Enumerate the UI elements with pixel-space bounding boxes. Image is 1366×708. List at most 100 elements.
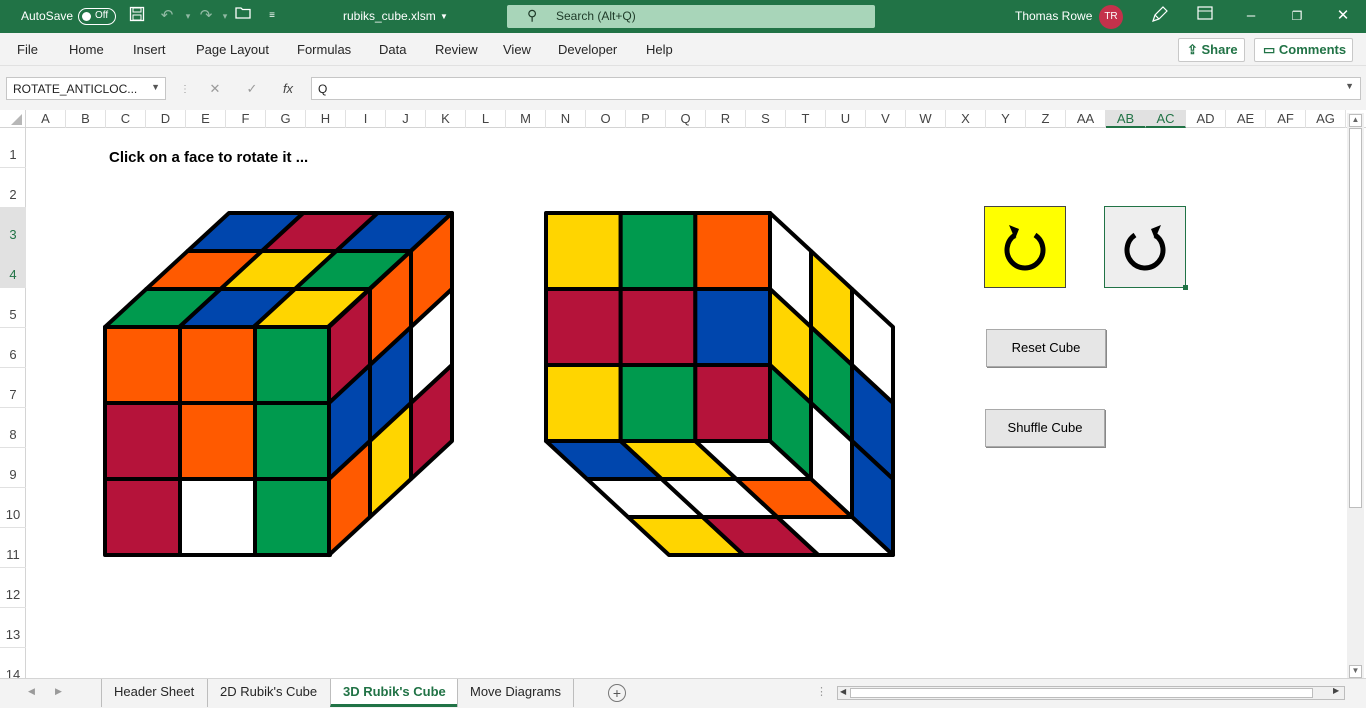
tab-header-sheet[interactable]: Header Sheet [101, 679, 206, 707]
shuffle-cube-button[interactable]: Shuffle Cube [985, 409, 1105, 447]
column-header-e[interactable]: E [186, 110, 226, 128]
share-button[interactable]: ⇪ Share [1178, 38, 1245, 62]
column-header-r[interactable]: R [706, 110, 746, 128]
column-header-o[interactable]: O [586, 110, 626, 128]
row-header-5[interactable]: 5 [0, 288, 26, 328]
menu-review[interactable]: Review [435, 42, 478, 57]
column-header-l[interactable]: L [466, 110, 506, 128]
scroll-thumb[interactable] [1349, 128, 1362, 508]
enter-icon[interactable]: ✓ [240, 77, 264, 100]
row-header-2[interactable]: 2 [0, 168, 26, 208]
chevron-down-icon[interactable]: ▼ [151, 82, 160, 92]
column-header-ad[interactable]: AD [1186, 110, 1226, 128]
column-header-af[interactable]: AF [1266, 110, 1306, 128]
expand-formula-icon[interactable]: ▼ [1345, 81, 1354, 91]
row-header-13[interactable]: 13 [0, 608, 26, 648]
row-header-6[interactable]: 6 [0, 328, 26, 368]
tab-3d-rubiks-cube[interactable]: 3D Rubik's Cube [330, 679, 458, 707]
column-header-h[interactable]: H [306, 110, 346, 128]
row-header-1[interactable]: 1 [0, 128, 26, 168]
rotate-clockwise-button[interactable] [984, 206, 1066, 288]
menu-view[interactable]: View [503, 42, 531, 57]
column-header-p[interactable]: P [626, 110, 666, 128]
column-header-n[interactable]: N [546, 110, 586, 128]
column-header-s[interactable]: S [746, 110, 786, 128]
add-sheet-icon[interactable]: + [608, 684, 626, 702]
column-header-w[interactable]: W [906, 110, 946, 128]
close-icon[interactable]: ✕ [1332, 6, 1354, 26]
menu-data[interactable]: Data [379, 42, 406, 57]
undo-icon[interactable]: ↶ [156, 6, 178, 26]
scroll-down-icon[interactable]: ▼ [1349, 665, 1362, 678]
column-header-ag[interactable]: AG [1306, 110, 1346, 128]
pen-icon[interactable] [1148, 6, 1170, 26]
restore-icon[interactable]: ❐ [1286, 6, 1308, 26]
avatar[interactable]: TR [1099, 5, 1123, 29]
column-header-aa[interactable]: AA [1066, 110, 1106, 128]
selection-handle[interactable] [1183, 285, 1188, 290]
column-header-t[interactable]: T [786, 110, 826, 128]
user-name[interactable]: Thomas Rowe [1015, 9, 1092, 23]
column-header-i[interactable]: I [346, 110, 386, 128]
column-header-a[interactable]: A [26, 110, 66, 128]
rotate-anticlockwise-button[interactable] [1104, 206, 1188, 290]
tab-move-diagrams[interactable]: Move Diagrams [457, 679, 575, 707]
next-sheet-icon[interactable]: ▶ [55, 686, 62, 697]
insert-function-icon[interactable]: fx [276, 77, 300, 100]
menu-file[interactable]: File [17, 42, 38, 57]
column-header-d[interactable]: D [146, 110, 186, 128]
column-header-g[interactable]: G [266, 110, 306, 128]
menu-help[interactable]: Help [646, 42, 673, 57]
column-header-ae[interactable]: AE [1226, 110, 1266, 128]
comments-button[interactable]: ▭ Comments [1254, 38, 1353, 62]
column-header-b[interactable]: B [66, 110, 106, 128]
formula-input[interactable]: Q ▼ [311, 77, 1361, 100]
autosave-toggle[interactable]: Off [78, 8, 116, 25]
prev-sheet-icon[interactable]: ◀ [28, 686, 35, 697]
hscroll-thumb[interactable] [850, 688, 1313, 698]
ribbon-display-icon[interactable] [1194, 6, 1216, 26]
column-header-f[interactable]: F [226, 110, 266, 128]
tab-2d-rubiks-cube[interactable]: 2D Rubik's Cube [207, 679, 329, 707]
open-folder-icon[interactable] [232, 6, 254, 26]
column-header-ac[interactable]: AC [1146, 110, 1186, 128]
column-header-q[interactable]: Q [666, 110, 706, 128]
menu-home[interactable]: Home [69, 42, 104, 57]
column-header-k[interactable]: K [426, 110, 466, 128]
filename-dropdown-icon[interactable]: ▼ [440, 12, 448, 21]
cancel-icon[interactable]: ✕ [203, 77, 227, 100]
row-header-10[interactable]: 10 [0, 488, 26, 528]
column-header-y[interactable]: Y [986, 110, 1026, 128]
reset-cube-button[interactable]: Reset Cube [986, 329, 1106, 367]
row-header-3[interactable]: 3 [0, 208, 26, 248]
select-all-corner[interactable] [0, 110, 26, 128]
customize-toolbar-icon[interactable]: ≡ [261, 6, 283, 26]
row-header-11[interactable]: 11 [0, 528, 26, 568]
file-name[interactable]: rubiks_cube.xlsm [343, 9, 436, 23]
menu-page-layout[interactable]: Page Layout [196, 42, 269, 57]
column-header-z[interactable]: Z [1026, 110, 1066, 128]
menu-developer[interactable]: Developer [558, 42, 617, 57]
row-header-4[interactable]: 4 [0, 248, 26, 288]
vertical-scrollbar[interactable]: ▲ ▼ [1347, 113, 1364, 678]
scroll-up-icon[interactable]: ▲ [1349, 114, 1362, 127]
horizontal-scrollbar[interactable]: ◀ [837, 686, 1345, 700]
column-header-v[interactable]: V [866, 110, 906, 128]
minimize-icon[interactable]: – [1240, 6, 1262, 26]
scroll-left-icon[interactable]: ◀ [840, 687, 846, 696]
column-header-u[interactable]: U [826, 110, 866, 128]
column-header-m[interactable]: M [506, 110, 546, 128]
scroll-right-icon[interactable]: ▶ [1333, 686, 1339, 695]
column-header-j[interactable]: J [386, 110, 426, 128]
column-header-c[interactable]: C [106, 110, 146, 128]
column-header-ab[interactable]: AB [1106, 110, 1146, 128]
name-box[interactable]: ROTATE_ANTICLOC... ▼ [6, 77, 166, 100]
row-header-12[interactable]: 12 [0, 568, 26, 608]
column-header-x[interactable]: X [946, 110, 986, 128]
row-header-7[interactable]: 7 [0, 368, 26, 408]
search-box[interactable]: ⚲ Search (Alt+Q) [507, 5, 875, 28]
row-header-8[interactable]: 8 [0, 408, 26, 448]
row-header-9[interactable]: 9 [0, 448, 26, 488]
menu-insert[interactable]: Insert [133, 42, 166, 57]
save-icon[interactable] [126, 6, 148, 26]
